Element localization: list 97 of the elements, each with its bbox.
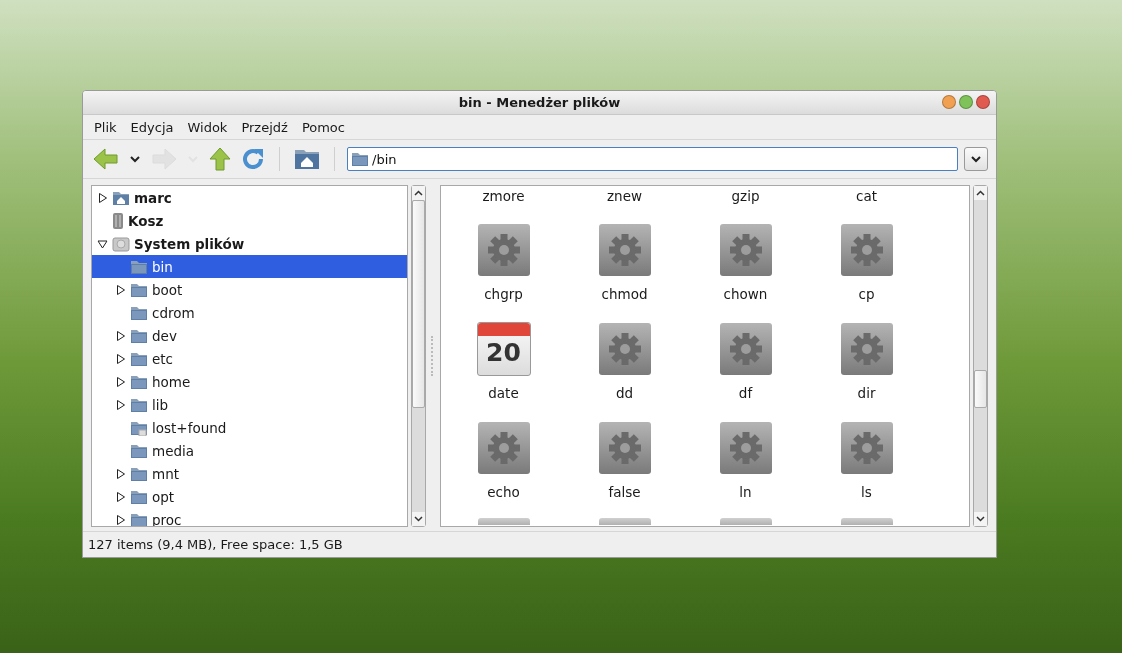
hard-drive-icon — [112, 235, 130, 252]
tree-item[interactable]: bin — [92, 255, 407, 278]
tree-item[interactable]: cdrom — [92, 301, 407, 324]
tree-item[interactable]: boot — [92, 278, 407, 301]
expander-icon[interactable] — [115, 399, 125, 410]
executable-gear-icon — [718, 322, 773, 376]
chevron-down-icon — [414, 516, 423, 522]
expander-icon[interactable] — [115, 284, 125, 295]
scroll-up-button[interactable] — [974, 186, 987, 200]
file-name[interactable]: znew — [607, 187, 642, 205]
executable-gear-icon — [718, 421, 773, 475]
scroll-down-button[interactable] — [974, 512, 987, 526]
menu-item[interactable]: Plik — [87, 119, 124, 135]
tree-item[interactable]: lost+found — [92, 416, 407, 439]
file-icon — [598, 518, 651, 525]
expander-icon[interactable] — [115, 468, 125, 479]
menu-item[interactable]: Edycja — [123, 119, 181, 135]
folder-lock-icon — [130, 419, 148, 436]
folder-icon — [130, 465, 148, 482]
chevron-down-icon — [976, 516, 985, 522]
executable-gear-icon — [839, 223, 894, 277]
location-dropdown-button[interactable] — [964, 147, 988, 171]
expander-icon[interactable] — [115, 491, 125, 502]
expander-icon[interactable] — [115, 353, 125, 364]
file-name[interactable]: chmod — [601, 285, 648, 303]
maximize-button[interactable] — [959, 95, 973, 109]
scroll-down-button[interactable] — [412, 512, 425, 526]
folder-icon — [130, 327, 148, 344]
expander-icon[interactable] — [97, 192, 107, 203]
executable-gear-icon — [839, 421, 894, 475]
executable-gear-icon — [839, 322, 894, 376]
menu-item[interactable]: Przejdź — [234, 119, 295, 135]
caret-icon — [970, 155, 982, 163]
scrollbar-thumb[interactable] — [412, 200, 425, 408]
tree-item[interactable]: marc — [92, 186, 407, 209]
file-icon — [719, 518, 772, 525]
caret-icon[interactable] — [129, 155, 141, 163]
close-button[interactable] — [976, 95, 990, 109]
expander-icon[interactable] — [115, 376, 125, 387]
location-field[interactable]: /bin — [347, 147, 958, 171]
tree-item[interactable]: mnt — [92, 462, 407, 485]
folder-icon — [130, 281, 148, 298]
chevron-up-icon — [976, 190, 985, 196]
folder-icon — [130, 258, 148, 275]
folder-icon — [130, 396, 148, 413]
file-name[interactable]: ls — [861, 483, 872, 501]
expander-icon[interactable] — [97, 239, 107, 248]
tree-item[interactable]: home — [92, 370, 407, 393]
file-name[interactable]: gzip — [731, 187, 760, 205]
expander-icon[interactable] — [115, 514, 125, 525]
tree-item[interactable]: lib — [92, 393, 407, 416]
menu-item[interactable]: Pomoc — [294, 119, 352, 135]
menu-item[interactable]: Widok — [180, 119, 235, 135]
tree-item[interactable]: etc — [92, 347, 407, 370]
file-name[interactable]: dd — [615, 384, 634, 402]
calendar-icon: 20 — [476, 322, 531, 376]
file-name[interactable]: date — [488, 384, 519, 402]
folder-icon — [130, 442, 148, 459]
file-name[interactable]: echo — [487, 483, 520, 501]
executable-gear-icon — [718, 223, 773, 277]
file-icon — [477, 518, 530, 525]
file-name[interactable]: dir — [857, 384, 876, 402]
executable-gear-icon — [476, 421, 531, 475]
chevron-up-icon — [414, 190, 423, 196]
minimize-button[interactable] — [942, 95, 956, 109]
file-name[interactable]: chown — [723, 285, 768, 303]
file-name[interactable]: cp — [858, 285, 875, 303]
file-name[interactable]: zmore — [482, 187, 525, 205]
executable-gear-icon — [597, 322, 652, 376]
scrollbar-thumb[interactable] — [974, 370, 987, 408]
scroll-up-button[interactable] — [412, 186, 425, 200]
file-icon — [840, 518, 893, 525]
tree-item[interactable]: media — [92, 439, 407, 462]
file-name[interactable]: cat — [856, 187, 877, 205]
file-name[interactable]: chgrp — [484, 285, 523, 303]
file-name[interactable]: df — [738, 384, 753, 402]
tree-item[interactable]: dev — [92, 324, 407, 347]
trash-icon — [112, 211, 124, 230]
tree-item[interactable]: opt — [92, 485, 407, 508]
status-text: 127 items (9,4 MB), Free space: 1,5 GB — [88, 537, 343, 552]
executable-gear-icon — [476, 223, 531, 277]
expander-icon[interactable] — [115, 330, 125, 341]
tree-item[interactable]: System plików — [92, 232, 407, 255]
folder-icon — [130, 373, 148, 390]
reload-icon[interactable] — [241, 147, 265, 171]
tree-item[interactable]: Kosz — [92, 209, 407, 232]
executable-gear-icon — [597, 223, 652, 277]
folder-icon — [130, 350, 148, 367]
folder-icon — [130, 511, 148, 526]
file-name[interactable]: false — [608, 483, 641, 501]
file-name[interactable]: ln — [739, 483, 752, 501]
executable-gear-icon — [597, 421, 652, 475]
folder-icon — [130, 488, 148, 505]
home-folder-icon[interactable] — [294, 148, 320, 170]
window-title: bin - Menedżer plików — [458, 95, 621, 110]
home-folder-icon — [112, 189, 130, 206]
folder-icon — [130, 304, 148, 321]
